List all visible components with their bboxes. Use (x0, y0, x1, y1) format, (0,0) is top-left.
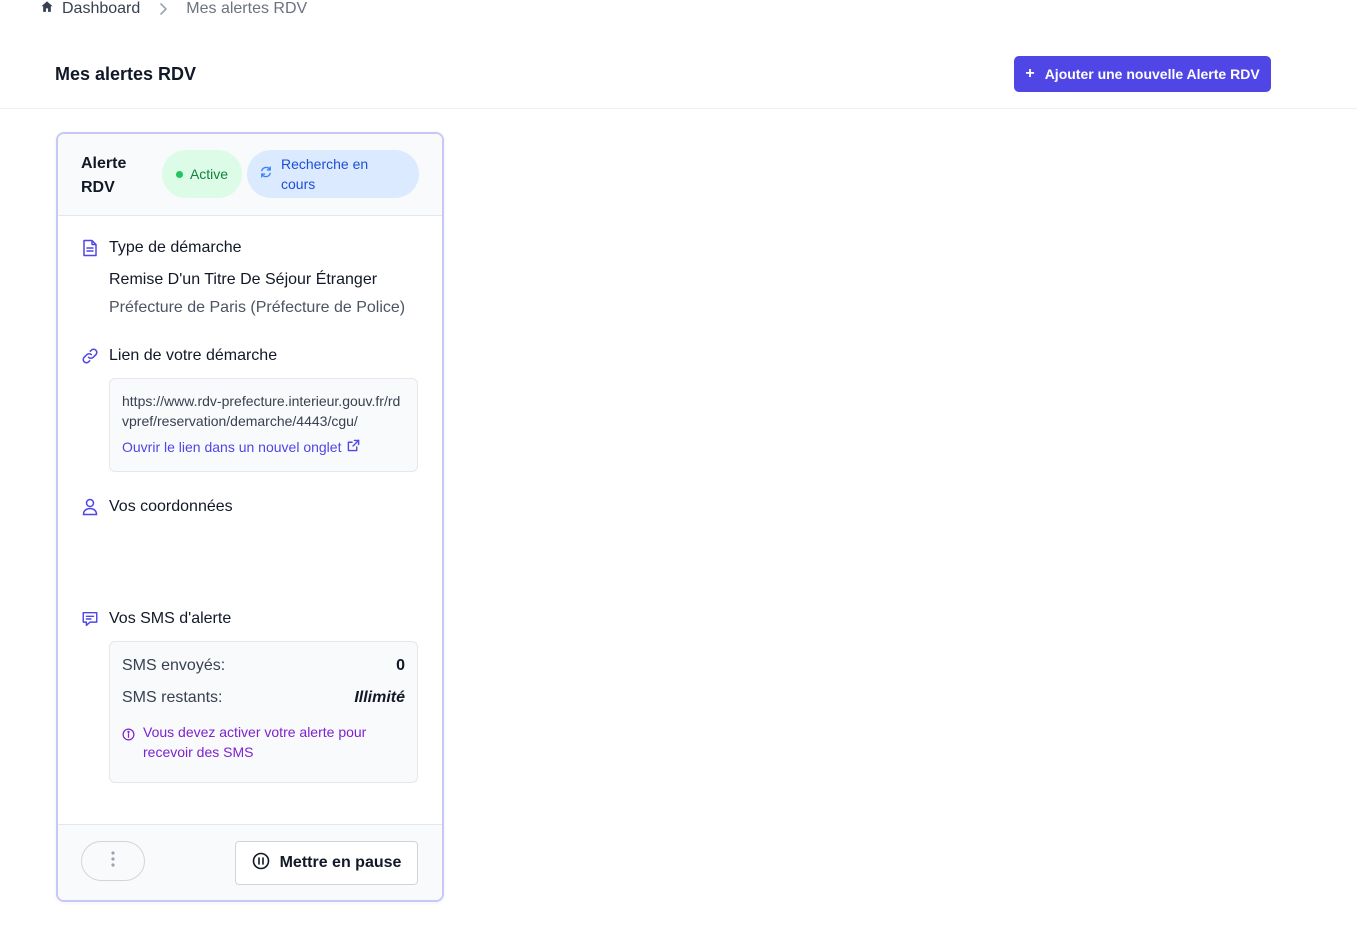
search-badge-label: Recherche en cours (281, 156, 369, 192)
sms-section-title: Vos SMS d'alerte (109, 610, 232, 627)
add-alert-button[interactable]: + Ajouter une nouvelle Alerte RDV (1014, 56, 1271, 92)
sms-box: SMS envoyés: 0 SMS restants: Illimité Vo… (109, 641, 418, 783)
procedure-name: Remise D'un Titre De Séjour Étranger (109, 271, 378, 288)
link-section-title: Lien de votre démarche (109, 347, 278, 364)
chat-icon (81, 610, 99, 628)
page-title: Mes alertes RDV (55, 64, 197, 84)
link-section: Lien de votre démarche https://www.rdv-p… (81, 344, 418, 472)
procedure-section-title: Type de démarche (109, 239, 242, 256)
breadcrumb-current: Mes alertes RDV (186, 0, 308, 17)
sms-note: Vous devez activer votre alerte pour rec… (122, 722, 405, 762)
status-dot-icon (175, 170, 183, 178)
open-link-label: Ouvrir le lien dans un nouvel onglet (122, 439, 342, 455)
breadcrumb-home-label: Dashboard (62, 0, 141, 17)
link-icon (81, 347, 99, 365)
alert-card: Alerte RDV Active Recherche en cours Typ… (56, 132, 444, 902)
breadcrumb: Dashboard Mes alertes RDV (40, 0, 307, 18)
more-options-button[interactable] (81, 841, 145, 881)
pause-button-label: Mettre en pause (279, 854, 402, 871)
sms-remaining-label: SMS restants: (122, 689, 223, 706)
home-icon (40, 0, 54, 19)
dots-vertical-icon (111, 850, 115, 872)
sms-remaining-value: Illimité (354, 689, 405, 706)
page-header: Mes alertes RDV + Ajouter une nouvelle A… (0, 56, 1357, 109)
plus-icon: + (1025, 65, 1035, 82)
procedure-section: Type de démarche Remise D'un Titre De Sé… (81, 236, 405, 320)
document-icon (81, 239, 99, 257)
sms-note-text: Vous devez activer votre alerte pour rec… (143, 724, 367, 760)
search-badge: Recherche en cours (247, 150, 419, 198)
sms-section: Vos SMS d'alerte SMS envoyés: 0 SMS rest… (81, 607, 418, 783)
chevron-right-icon (158, 3, 168, 15)
procedure-place: Préfecture de Paris (Préfecture de Polic… (109, 299, 406, 316)
refresh-icon (259, 164, 273, 184)
contact-section-title: Vos coordonnées (109, 498, 233, 515)
external-link-icon (347, 439, 360, 455)
alert-card-header: Alerte RDV Active Recherche en cours (58, 134, 442, 216)
contact-section: Vos coordonnées (81, 495, 233, 519)
status-badge-label: Active (189, 166, 229, 182)
sms-sent-label: SMS envoyés: (122, 657, 226, 674)
pause-icon (252, 852, 270, 875)
status-badge: Active (162, 150, 242, 198)
breadcrumb-home[interactable]: Dashboard (40, 0, 140, 19)
alert-card-footer: Mettre en pause (58, 824, 442, 900)
info-icon (122, 726, 135, 746)
alert-card-title: Alerte RDV (81, 155, 127, 196)
pause-button[interactable]: Mettre en pause (235, 841, 418, 885)
link-box: https://www.rdv-prefecture.interieur.gou… (109, 378, 418, 472)
user-icon (81, 498, 99, 516)
add-alert-button-label: Ajouter une nouvelle Alerte RDV (1044, 66, 1260, 82)
procedure-url: https://www.rdv-prefecture.interieur.gou… (122, 393, 401, 429)
open-link-button[interactable]: Ouvrir le lien dans un nouvel onglet (122, 439, 405, 455)
sms-sent-row: SMS envoyés: 0 (122, 654, 405, 678)
sms-remaining-row: SMS restants: Illimité (122, 686, 405, 710)
sms-sent-value: 0 (396, 657, 405, 674)
